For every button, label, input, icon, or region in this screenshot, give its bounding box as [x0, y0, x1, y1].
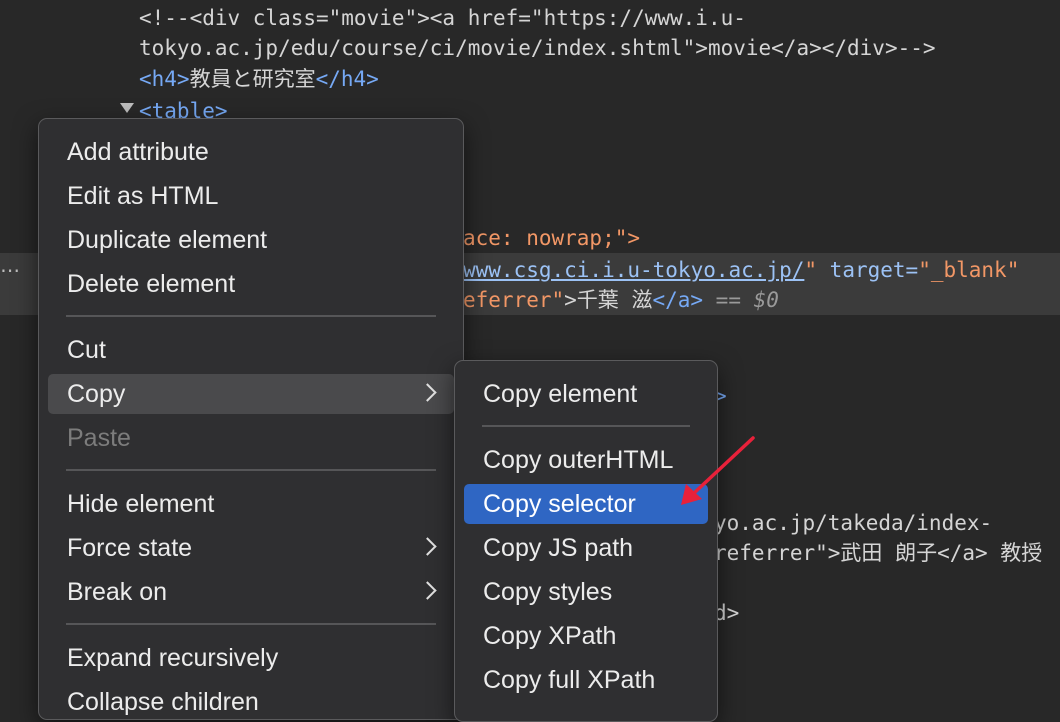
- annotation-arrow-icon: [681, 436, 755, 505]
